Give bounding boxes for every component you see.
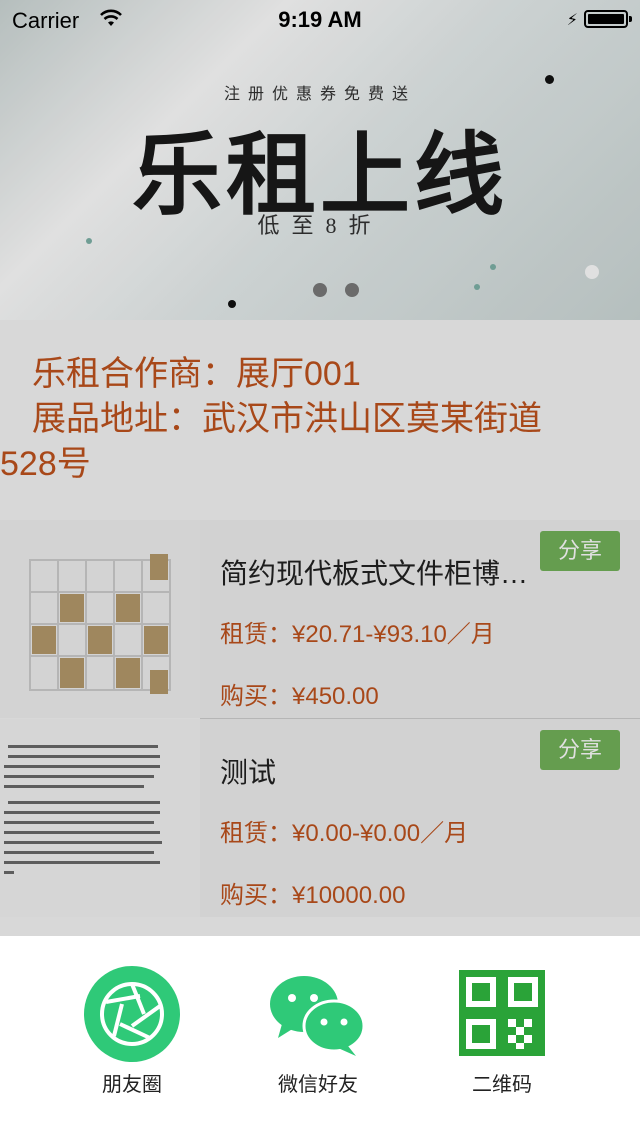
buy-price: 购买：¥450.00	[220, 683, 379, 710]
bookshelf-image	[0, 520, 200, 718]
promo-banner[interactable]: 注册优惠券免费送 乐租上线 低至8折	[0, 0, 640, 320]
decor-dot	[228, 300, 236, 308]
share-option-qr[interactable]: 二维码	[402, 964, 602, 1124]
product-name: 测试	[220, 757, 277, 788]
product-name: 简约现代板式文件柜博…	[220, 558, 529, 589]
share-sheet: 朋友圈 微信好友 二维码	[0, 936, 640, 1136]
share-button[interactable]: 分享	[540, 730, 620, 770]
clock: 9:19 AM	[278, 7, 362, 32]
battery-icon	[584, 10, 632, 28]
partner-info: 乐租合作商：展厅001 展品地址：武汉市洪山区莫某街道 528号	[0, 352, 620, 487]
banner-subtitle: 注册优惠券免费送	[223, 86, 416, 103]
qr-code-icon	[459, 970, 545, 1056]
page-indicator-dot[interactable]	[345, 283, 359, 297]
share-option-label: 二维码	[472, 1074, 532, 1096]
share-option-label: 微信好友	[278, 1074, 358, 1096]
app-screen: 注册优惠券免费送 乐租上线 低至8折 Carrier 9:19 AM ⚡ 乐租合…	[0, 0, 640, 936]
charging-icon: ⚡	[566, 12, 578, 29]
decor-dot	[474, 284, 480, 290]
banner-discount: 低至8折	[257, 213, 383, 238]
wechat-icon	[270, 976, 366, 1056]
moments-icon	[84, 966, 180, 1062]
rent-price: 租赁：¥0.00-¥0.00／月	[220, 820, 469, 847]
decor-dot	[490, 264, 496, 270]
decor-dot	[585, 265, 599, 279]
share-option-moments[interactable]: 朋友圈	[32, 964, 232, 1124]
product-row[interactable]: 测试 租赁：¥0.00-¥0.00／月 购买：¥10000.00 分享	[0, 719, 640, 917]
share-option-label: 朋友圈	[102, 1074, 162, 1096]
rent-price: 租赁：¥20.71-¥93.10／月	[220, 621, 495, 648]
share-option-wechat[interactable]: 微信好友	[218, 964, 418, 1124]
share-button[interactable]: 分享	[540, 531, 620, 571]
status-bar: Carrier 9:19 AM ⚡	[0, 0, 640, 40]
exhibit-address: 展品地址：武汉市洪山区莫某街道	[32, 400, 542, 438]
product-row[interactable]: 简约现代板式文件柜博… 租赁：¥20.71-¥93.10／月 购买：¥450.0…	[0, 520, 640, 718]
page-indicator-dot[interactable]	[313, 283, 327, 297]
exhibit-address-cont: 528号	[0, 445, 91, 483]
document-image	[0, 719, 200, 917]
buy-price: 购买：¥10000.00	[220, 882, 406, 909]
partner-name: 乐租合作商：展厅001	[32, 355, 361, 393]
